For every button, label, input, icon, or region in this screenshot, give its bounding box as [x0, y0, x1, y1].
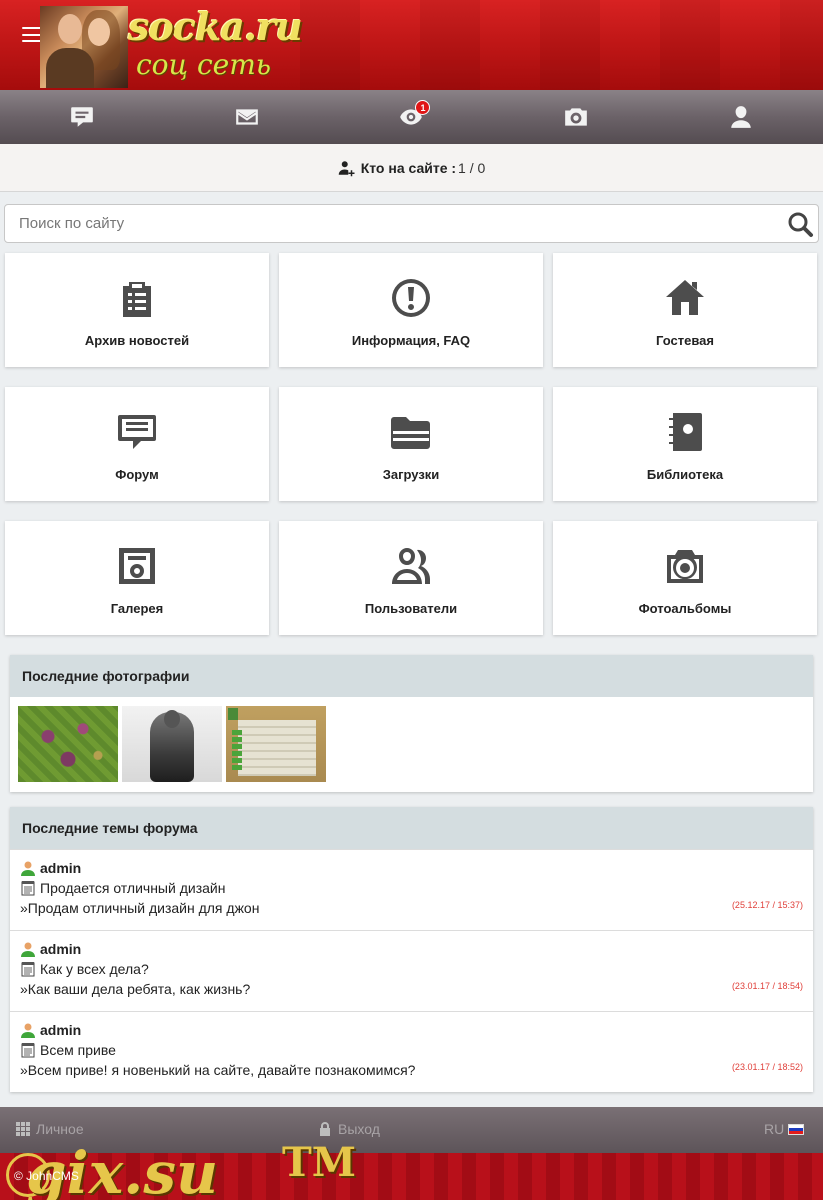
latest-photos-panel: Последние фотографии: [10, 655, 813, 792]
tile-label: Гостевая: [656, 333, 714, 348]
bottom-banner: gix.su TM © JohnCMS: [0, 1139, 823, 1200]
topic-date: (23.01.17 / 18:52): [731, 1062, 803, 1072]
lock-icon: [320, 1122, 330, 1136]
envelope-icon: [236, 109, 258, 125]
topic-preview: »Всем приве! я новенький на сайте, давай…: [20, 1062, 416, 1078]
safe-icon: [119, 548, 155, 584]
search-icon: [788, 212, 813, 237]
topic-preview: »Продам отличный дизайн для джон: [20, 900, 260, 916]
user-avatar-icon: [21, 942, 35, 957]
footer-personal-label: Личное: [36, 1121, 84, 1137]
language-switcher[interactable]: RU: [764, 1121, 805, 1137]
online-users-bar[interactable]: Кто на сайте : 1 / 0: [0, 144, 823, 192]
tile-guestbook[interactable]: Гостевая: [553, 253, 817, 367]
home-icon: [666, 280, 704, 315]
topic-author[interactable]: admin: [40, 1020, 81, 1040]
clipboard-icon: [123, 282, 151, 317]
panel-title: Последние темы форума: [10, 807, 813, 849]
photo-thumbnail[interactable]: [226, 706, 326, 782]
nav-mail[interactable]: [165, 90, 330, 144]
notepad-icon: [21, 1043, 35, 1058]
grid-icon: [16, 1122, 30, 1136]
user-add-icon: [338, 160, 355, 176]
topic-title[interactable]: Как у всех дела?: [40, 959, 149, 979]
user-avatar-icon: [21, 1023, 35, 1038]
search-input[interactable]: [5, 205, 765, 242]
tile-label: Форум: [115, 467, 159, 482]
logo-title[interactable]: socka.ru: [128, 4, 303, 49]
tile-downloads[interactable]: Загрузки: [279, 387, 543, 501]
trademark-text: TM: [282, 1139, 357, 1186]
tile-label: Фотоальбомы: [638, 601, 732, 616]
tile-label: Загрузки: [382, 467, 440, 482]
tile-label: Архив новостей: [84, 333, 190, 348]
tile-label: Библиотека: [646, 467, 724, 482]
exclamation-icon: [392, 279, 430, 317]
menu-icon[interactable]: [22, 27, 42, 42]
topic-author[interactable]: admin: [40, 939, 81, 959]
topic-date: (23.01.17 / 18:54): [731, 981, 803, 991]
tile-photo-albums[interactable]: Фотоальбомы: [553, 521, 817, 635]
panel-title: Последние фотографии: [10, 655, 813, 697]
topic-date: (25.12.17 / 15:37): [731, 900, 803, 910]
user-icon: [730, 106, 751, 128]
forum-topic-item[interactable]: admin Всем приве »Всем приве! я новеньки…: [10, 1011, 813, 1092]
topic-author[interactable]: admin: [40, 858, 81, 878]
tile-forum[interactable]: Форум: [5, 387, 269, 501]
chat-bubble-icon: [118, 415, 156, 449]
search-box: [4, 204, 819, 243]
footer-personal-link[interactable]: Личное: [16, 1121, 84, 1137]
forum-topic-item[interactable]: admin Как у всех дела? »Как ваши дела ре…: [10, 930, 813, 1011]
footer-logout-label: Выход: [338, 1121, 380, 1137]
icon-nav-bar: 1: [0, 90, 823, 144]
topic-title[interactable]: Продается отличный дизайн: [40, 878, 225, 898]
footer-logout-link[interactable]: Выход: [318, 1121, 380, 1137]
tile-users[interactable]: Пользователи: [279, 521, 543, 635]
forum-topic-item[interactable]: admin Продается отличный дизайн »Продам …: [10, 849, 813, 930]
tile-faq[interactable]: Информация, FAQ: [279, 253, 543, 367]
photo-thumbnail[interactable]: [18, 706, 118, 782]
online-count: 1 / 0: [458, 159, 486, 176]
copyright-text: © JohnCMS: [14, 1169, 79, 1183]
contact-book-icon: [669, 413, 702, 451]
users-icon: [392, 548, 430, 584]
language-label: RU: [764, 1121, 785, 1137]
nav-messages[interactable]: [0, 90, 165, 144]
nav-profile[interactable]: [658, 90, 823, 144]
topic-title[interactable]: Всем приве: [40, 1040, 116, 1060]
tile-label: Информация, FAQ: [351, 333, 471, 348]
online-label: Кто на сайте :: [360, 159, 457, 176]
user-avatar-icon: [21, 861, 35, 876]
photo-thumbnail[interactable]: [122, 706, 222, 782]
latest-forum-topics-panel: Последние темы форума admin Продается от…: [10, 807, 813, 1092]
russian-flag-icon: [788, 1123, 805, 1135]
site-header: socka.ru соц сеть: [0, 0, 823, 90]
logo-image[interactable]: [40, 6, 128, 88]
tile-label: Галерея: [110, 601, 164, 616]
tile-library[interactable]: Библиотека: [553, 387, 817, 501]
notepad-icon: [21, 881, 35, 896]
nav-notifications[interactable]: 1: [329, 90, 494, 144]
camera-icon: [667, 550, 703, 583]
chat-icon: [71, 107, 94, 127]
logo-subtitle: соц сеть: [136, 48, 272, 81]
folder-icon: [391, 417, 430, 449]
notification-badge: 1: [415, 100, 431, 115]
tile-gallery[interactable]: Галерея: [5, 521, 269, 635]
nav-photos[interactable]: [494, 90, 659, 144]
tile-label: Пользователи: [364, 601, 458, 616]
notepad-icon: [21, 962, 35, 977]
tile-news-archive[interactable]: Архив новостей: [5, 253, 269, 367]
search-button[interactable]: [786, 210, 814, 238]
topic-preview: »Как ваши дела ребята, как жизнь?: [20, 981, 251, 997]
camera-icon: [565, 108, 587, 126]
